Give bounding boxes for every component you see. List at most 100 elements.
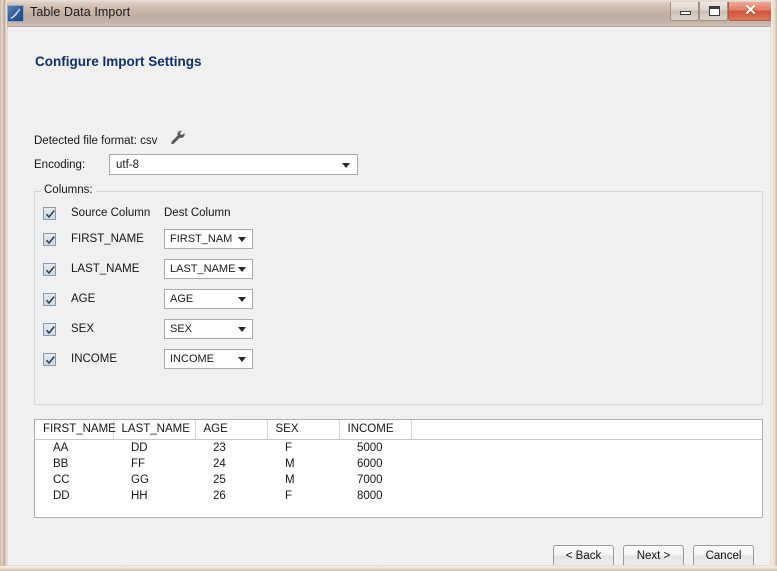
- column-row: AGE AGE: [43, 289, 253, 309]
- minimize-icon: [680, 11, 691, 15]
- chevron-down-icon: [238, 327, 246, 332]
- columns-group-legend: Columns:: [41, 184, 96, 196]
- back-button[interactable]: < Back: [553, 545, 614, 565]
- window-frame-bottom: [0, 566, 777, 571]
- column-row: INCOME INCOME: [43, 349, 253, 369]
- dest-column-header: Dest Column: [164, 207, 231, 219]
- dest-column-value: INCOME: [170, 353, 214, 365]
- columns-group: Columns: Source Column Dest Column FIRST…: [34, 184, 763, 405]
- dest-column-value: FIRST_NAM: [170, 233, 233, 245]
- cell: 23: [213, 441, 226, 454]
- column-header[interactable]: INCOME: [339, 420, 412, 440]
- dest-column-value: LAST_NAME: [170, 263, 236, 275]
- column-header[interactable]: SEX: [267, 420, 340, 440]
- source-column-name: FIRST_NAME: [71, 233, 144, 245]
- column-header[interactable]: AGE: [195, 420, 268, 440]
- dolphin-icon: [7, 5, 24, 22]
- maximize-button[interactable]: [699, 2, 728, 21]
- cell: FF: [131, 457, 146, 470]
- encoding-select[interactable]: utf-8: [109, 154, 358, 175]
- next-button[interactable]: Next >: [623, 545, 684, 565]
- cell: DD: [53, 489, 70, 502]
- source-column-name: INCOME: [71, 353, 117, 365]
- column-header[interactable]: [411, 420, 762, 440]
- column-header[interactable]: LAST_NAME: [113, 420, 196, 440]
- page-title: Configure Import Settings: [35, 54, 202, 69]
- cell: AA: [53, 441, 69, 454]
- columns-header-row: Source Column Dest Column: [43, 203, 230, 223]
- cell: HH: [131, 489, 148, 502]
- cell: 25: [213, 473, 226, 486]
- encoding-label: Encoding:: [34, 158, 86, 171]
- title-bar[interactable]: Table Data Import ✕: [0, 0, 777, 27]
- cell: 7000: [357, 473, 383, 486]
- column-row: FIRST_NAME FIRST_NAM: [43, 229, 253, 249]
- wrench-icon[interactable]: [170, 130, 187, 151]
- maximize-icon: [709, 6, 720, 16]
- dest-column-select[interactable]: AGE: [164, 289, 253, 309]
- cell: 26: [213, 489, 226, 502]
- column-header[interactable]: FIRST_NAME: [35, 420, 116, 440]
- table-row[interactable]: CC GG 25 M 7000: [35, 472, 762, 488]
- chevron-down-icon: [238, 357, 246, 362]
- window-title: Table Data Import: [30, 5, 131, 19]
- detected-format-row: Detected file format: csv: [34, 130, 187, 151]
- table-row[interactable]: DD HH 26 F 8000: [35, 488, 762, 504]
- column-row: LAST_NAME LAST_NAME: [43, 259, 253, 279]
- cell: 24: [213, 457, 226, 470]
- table-row[interactable]: AA DD 23 F 5000: [35, 440, 762, 456]
- dest-column-select[interactable]: SEX: [164, 319, 253, 339]
- chevron-down-icon: [238, 237, 246, 242]
- source-column-name: AGE: [71, 293, 96, 305]
- cell: [411, 488, 762, 504]
- dest-column-select[interactable]: LAST_NAME: [164, 259, 253, 279]
- window-frame-left: [0, 0, 7, 571]
- column-checkbox[interactable]: [43, 322, 56, 336]
- encoding-value: utf-8: [116, 158, 140, 171]
- window-controls: ✕: [670, 2, 773, 21]
- data-preview-panel[interactable]: FIRST_NAME LAST_NAME AGE SEX INCOME AA D…: [34, 419, 763, 518]
- cell: DD: [131, 441, 148, 454]
- dest-column-value: AGE: [170, 293, 194, 305]
- dest-column-value: SEX: [170, 323, 193, 335]
- cell: CC: [53, 473, 70, 486]
- dest-column-select[interactable]: FIRST_NAM: [164, 229, 253, 249]
- cancel-button[interactable]: Cancel: [693, 545, 754, 565]
- cell: 8000: [357, 489, 383, 502]
- cell: M: [285, 457, 295, 470]
- source-column-header: Source Column: [71, 207, 151, 219]
- table-data-import-window: Table Data Import ✕ Configure Import Set…: [0, 0, 777, 571]
- chevron-down-icon: [238, 297, 246, 302]
- cell: [411, 472, 762, 488]
- source-column-name: LAST_NAME: [71, 263, 140, 275]
- cell: [411, 456, 762, 472]
- cell: 6000: [357, 457, 383, 470]
- cell: GG: [131, 473, 149, 486]
- dialog-client-area: Configure Import Settings Detected file …: [7, 27, 771, 566]
- chevron-down-icon: [342, 162, 350, 168]
- dest-column-select[interactable]: INCOME: [164, 349, 253, 369]
- table-row[interactable]: BB FF 24 M 6000: [35, 456, 762, 472]
- chevron-down-icon: [238, 267, 246, 272]
- dialog-footer: < Back Next > Cancel: [553, 545, 754, 565]
- data-preview-table: FIRST_NAME LAST_NAME AGE SEX INCOME AA D…: [35, 420, 762, 504]
- column-checkbox[interactable]: [43, 352, 56, 366]
- source-column-name: SEX: [71, 323, 95, 335]
- cell: BB: [53, 457, 69, 470]
- encoding-row: Encoding: utf-8: [34, 154, 358, 175]
- column-checkbox[interactable]: [43, 292, 56, 306]
- column-row: SEX SEX: [43, 319, 253, 339]
- cell: 5000: [357, 441, 383, 454]
- close-button[interactable]: ✕: [728, 2, 773, 21]
- select-all-checkbox[interactable]: [43, 206, 56, 220]
- close-icon: ✕: [744, 2, 757, 19]
- table-header-row: FIRST_NAME LAST_NAME AGE SEX INCOME: [35, 420, 762, 440]
- cell: F: [285, 441, 293, 454]
- column-checkbox[interactable]: [43, 232, 56, 246]
- minimize-button[interactable]: [670, 2, 699, 21]
- window-frame-right: [771, 0, 777, 571]
- cell: M: [285, 473, 295, 486]
- detected-format-label: Detected file format: csv: [34, 134, 158, 147]
- column-checkbox[interactable]: [43, 262, 56, 276]
- cell: F: [285, 489, 293, 502]
